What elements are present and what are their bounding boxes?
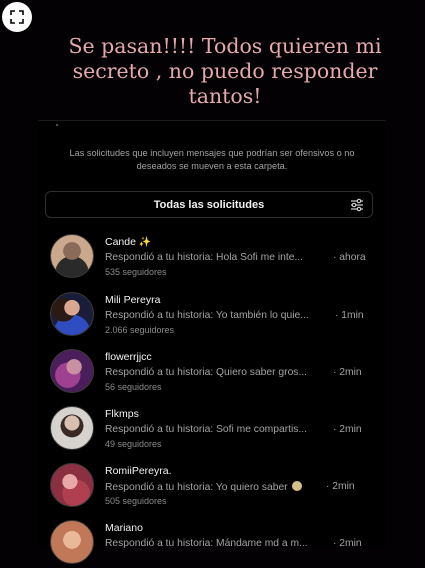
username: Mariano bbox=[105, 522, 143, 534]
expand-button[interactable] bbox=[2, 2, 32, 32]
confused-face-icon bbox=[292, 481, 303, 491]
username: Cande ✨ bbox=[105, 236, 152, 248]
username: Flkmps bbox=[105, 408, 139, 420]
filter-label: Todas las solicitudes bbox=[153, 198, 265, 211]
message-preview: Respondió a tu historia: Mándame md a m.… bbox=[105, 538, 308, 549]
timestamp: · 2min bbox=[333, 538, 362, 549]
avatar bbox=[50, 349, 94, 393]
request-row[interactable]: Flkmps Respondió a tu historia: Sofi me … bbox=[50, 406, 380, 454]
timestamp: · 2min bbox=[333, 424, 362, 435]
follower-count: 56 seguidores bbox=[105, 382, 162, 392]
timestamp: · ahora bbox=[333, 252, 366, 263]
message-preview: Respondió a tu historia: Quiero saber gr… bbox=[105, 367, 308, 378]
message-preview: Respondió a tu historia: Yo también lo q… bbox=[105, 310, 309, 321]
message-preview: Respondió a tu historia: Yo quiero saber bbox=[105, 481, 303, 493]
request-row[interactable]: Mariano Respondió a tu historia: Mándame… bbox=[50, 520, 380, 568]
username: Mili Pereyra bbox=[105, 294, 161, 306]
follower-count: 2.066 seguidores bbox=[105, 325, 175, 335]
avatar bbox=[50, 292, 94, 336]
timestamp: · 2min bbox=[326, 481, 355, 492]
expand-icon bbox=[10, 10, 24, 24]
follower-count: 505 seguidores bbox=[105, 496, 167, 506]
follower-count: 535 seguidores bbox=[105, 267, 167, 277]
sparkle-icon: ✨ bbox=[138, 237, 152, 248]
timestamp: · 2min bbox=[333, 367, 362, 378]
divider-dot bbox=[56, 124, 58, 126]
message-preview: Respondió a tu historia: Sofi me compart… bbox=[105, 424, 308, 435]
story-caption: Se pasan!!!! Todos quieren mi secreto , … bbox=[68, 34, 382, 108]
timestamp: · 1min bbox=[335, 310, 364, 321]
message-requests-panel: Las solicitudes que incluyen mensajes qu… bbox=[38, 120, 386, 564]
request-row[interactable]: Cande ✨ Respondió a tu historia: Hola So… bbox=[50, 234, 380, 282]
username: RomiiPereyra. bbox=[105, 465, 172, 477]
avatar bbox=[50, 463, 94, 507]
requests-filter-button[interactable]: Todas las solicitudes bbox=[45, 191, 373, 218]
hidden-requests-info: Las solicitudes que incluyen mensajes qu… bbox=[69, 148, 355, 171]
avatar bbox=[50, 406, 94, 450]
sliders-icon[interactable] bbox=[350, 198, 364, 212]
follower-count: 49 seguidores bbox=[105, 439, 162, 449]
message-preview: Respondió a tu historia: Hola Sofi me in… bbox=[105, 252, 304, 263]
avatar bbox=[50, 234, 94, 278]
request-row[interactable]: Mili Pereyra Respondió a tu historia: Yo… bbox=[50, 292, 380, 340]
request-row[interactable]: flowerrjjcc Respondió a tu historia: Qui… bbox=[50, 349, 380, 397]
request-row[interactable]: RomiiPereyra. Respondió a tu historia: Y… bbox=[50, 463, 380, 511]
username: flowerrjjcc bbox=[105, 351, 152, 363]
avatar bbox=[50, 520, 94, 564]
